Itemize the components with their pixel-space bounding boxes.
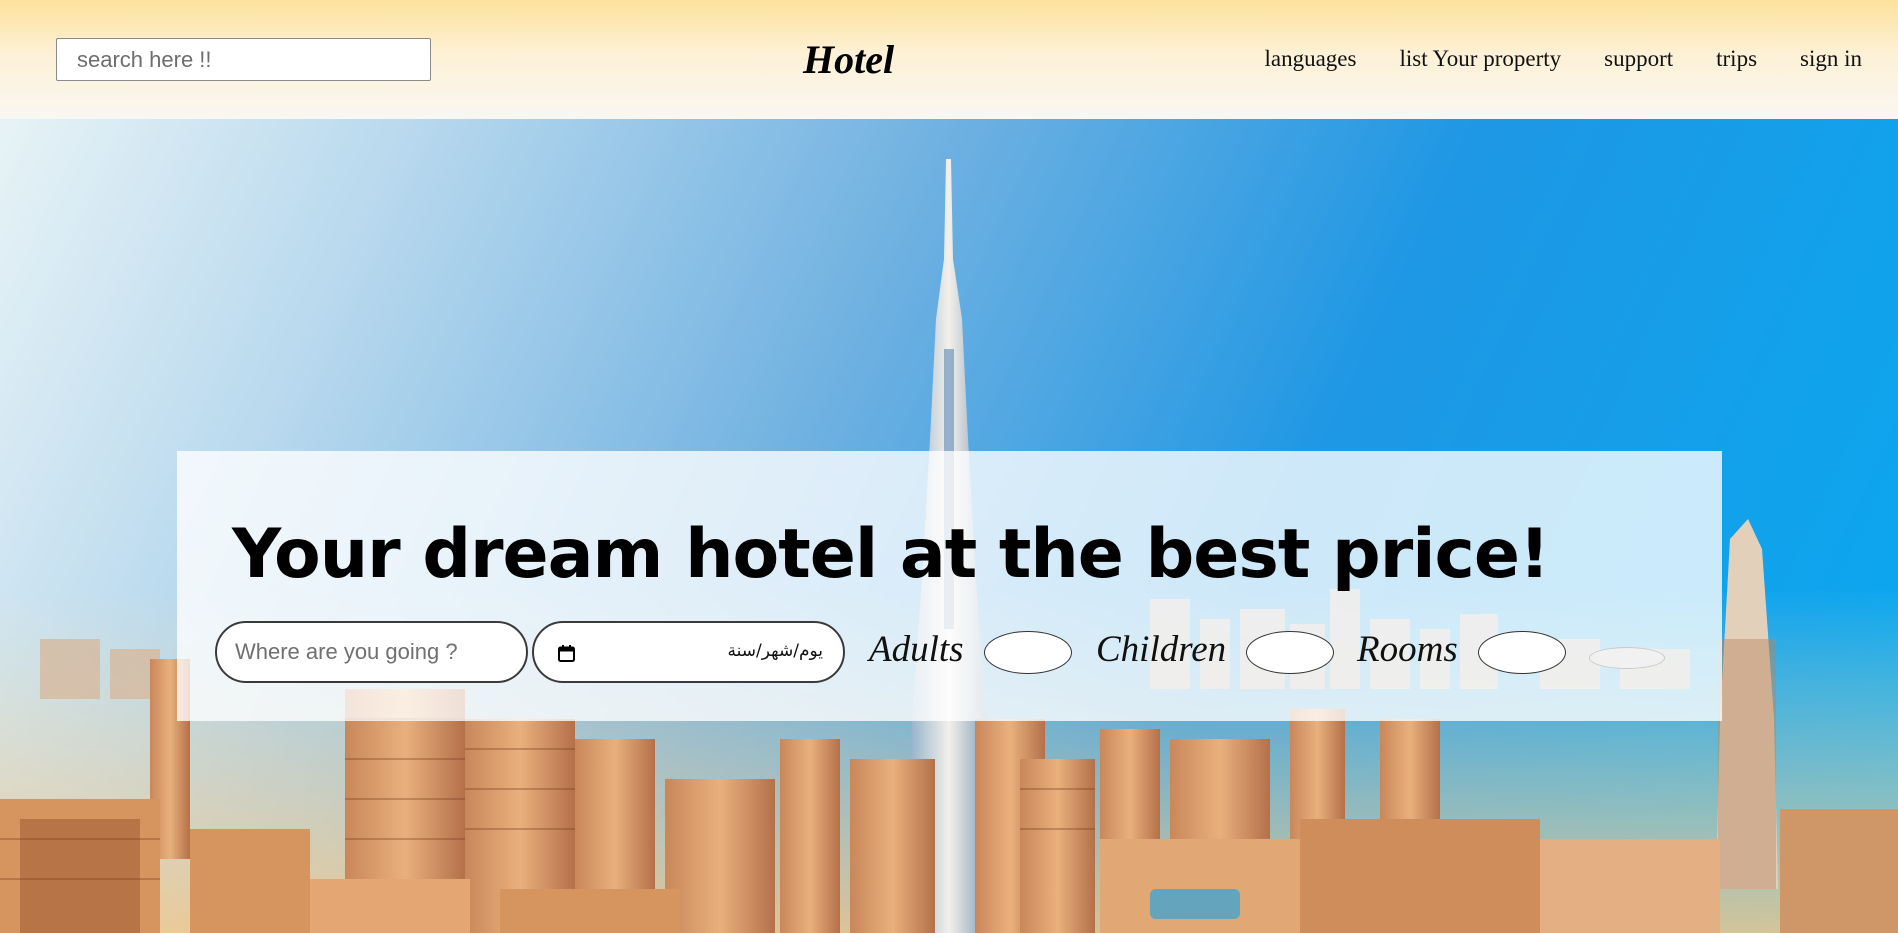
- search-submit-button[interactable]: [1589, 647, 1665, 669]
- calendar-icon[interactable]: [558, 645, 575, 662]
- nav-list-property[interactable]: list Your property: [1399, 44, 1561, 74]
- nav-sign-in[interactable]: sign in: [1800, 44, 1862, 74]
- hero-headline: Your dream hotel at the best price!: [232, 515, 1550, 594]
- main-nav: languages list Your property support tri…: [1265, 44, 1863, 74]
- adults-label: Adults: [869, 629, 964, 670]
- nav-trips[interactable]: trips: [1716, 44, 1757, 74]
- date-input[interactable]: يوم/شهر/سنة: [532, 621, 845, 683]
- destination-input[interactable]: [215, 621, 528, 683]
- booking-search-panel: Your dream hotel at the best price! يوم/…: [177, 451, 1722, 721]
- adults-input[interactable]: [984, 631, 1072, 674]
- children-input[interactable]: [1246, 631, 1334, 674]
- site-search-input[interactable]: [56, 38, 431, 81]
- nav-support[interactable]: support: [1604, 44, 1673, 74]
- site-header: Hotel languages list Your property suppo…: [0, 0, 1898, 119]
- brand-logo[interactable]: Hotel: [803, 36, 894, 84]
- rooms-input[interactable]: [1478, 631, 1566, 674]
- rooms-label: Rooms: [1357, 629, 1458, 670]
- date-placeholder-text: يوم/شهر/سنة: [727, 641, 823, 661]
- nav-languages[interactable]: languages: [1265, 44, 1357, 74]
- children-label: Children: [1096, 629, 1227, 670]
